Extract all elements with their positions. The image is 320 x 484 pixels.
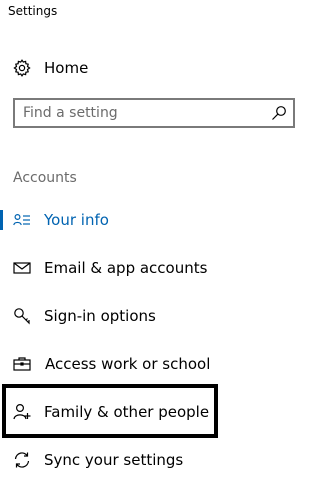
search-box[interactable] <box>13 98 295 128</box>
nav-sync-label: Sync your settings <box>44 451 184 469</box>
nav-sign-in-label: Sign-in options <box>44 307 156 325</box>
nav-item-sign-in-options[interactable]: Sign-in options <box>0 294 310 338</box>
nav-your-info-label: Your info <box>44 211 109 229</box>
mail-icon <box>12 258 32 278</box>
person-info-icon <box>12 210 32 230</box>
nav-item-email-app-accounts[interactable]: Email & app accounts <box>0 246 310 290</box>
nav-item-sync-settings[interactable]: Sync your settings <box>0 438 310 482</box>
sync-icon <box>12 450 32 470</box>
selected-indicator <box>0 210 3 230</box>
nav-item-family-other-people[interactable]: Family & other people <box>0 390 310 434</box>
window-title: Settings <box>8 4 58 18</box>
nav-item-your-info[interactable]: Your info <box>0 198 310 242</box>
gear-icon <box>12 58 32 78</box>
nav-item-home[interactable]: Home <box>0 46 310 90</box>
search-icon[interactable] <box>271 105 287 121</box>
briefcase-icon <box>12 354 32 374</box>
person-add-icon <box>12 402 32 422</box>
nav-family-label: Family & other people <box>44 403 210 421</box>
key-icon <box>12 306 32 326</box>
nav-home-label: Home <box>44 59 89 77</box>
section-header-accounts: Accounts <box>13 170 77 186</box>
search-input[interactable] <box>23 100 263 126</box>
nav-item-access-work-school[interactable]: Access work or school <box>0 342 310 386</box>
nav-access-work-label: Access work or school <box>45 355 211 373</box>
nav-email-label: Email & app accounts <box>44 259 208 277</box>
